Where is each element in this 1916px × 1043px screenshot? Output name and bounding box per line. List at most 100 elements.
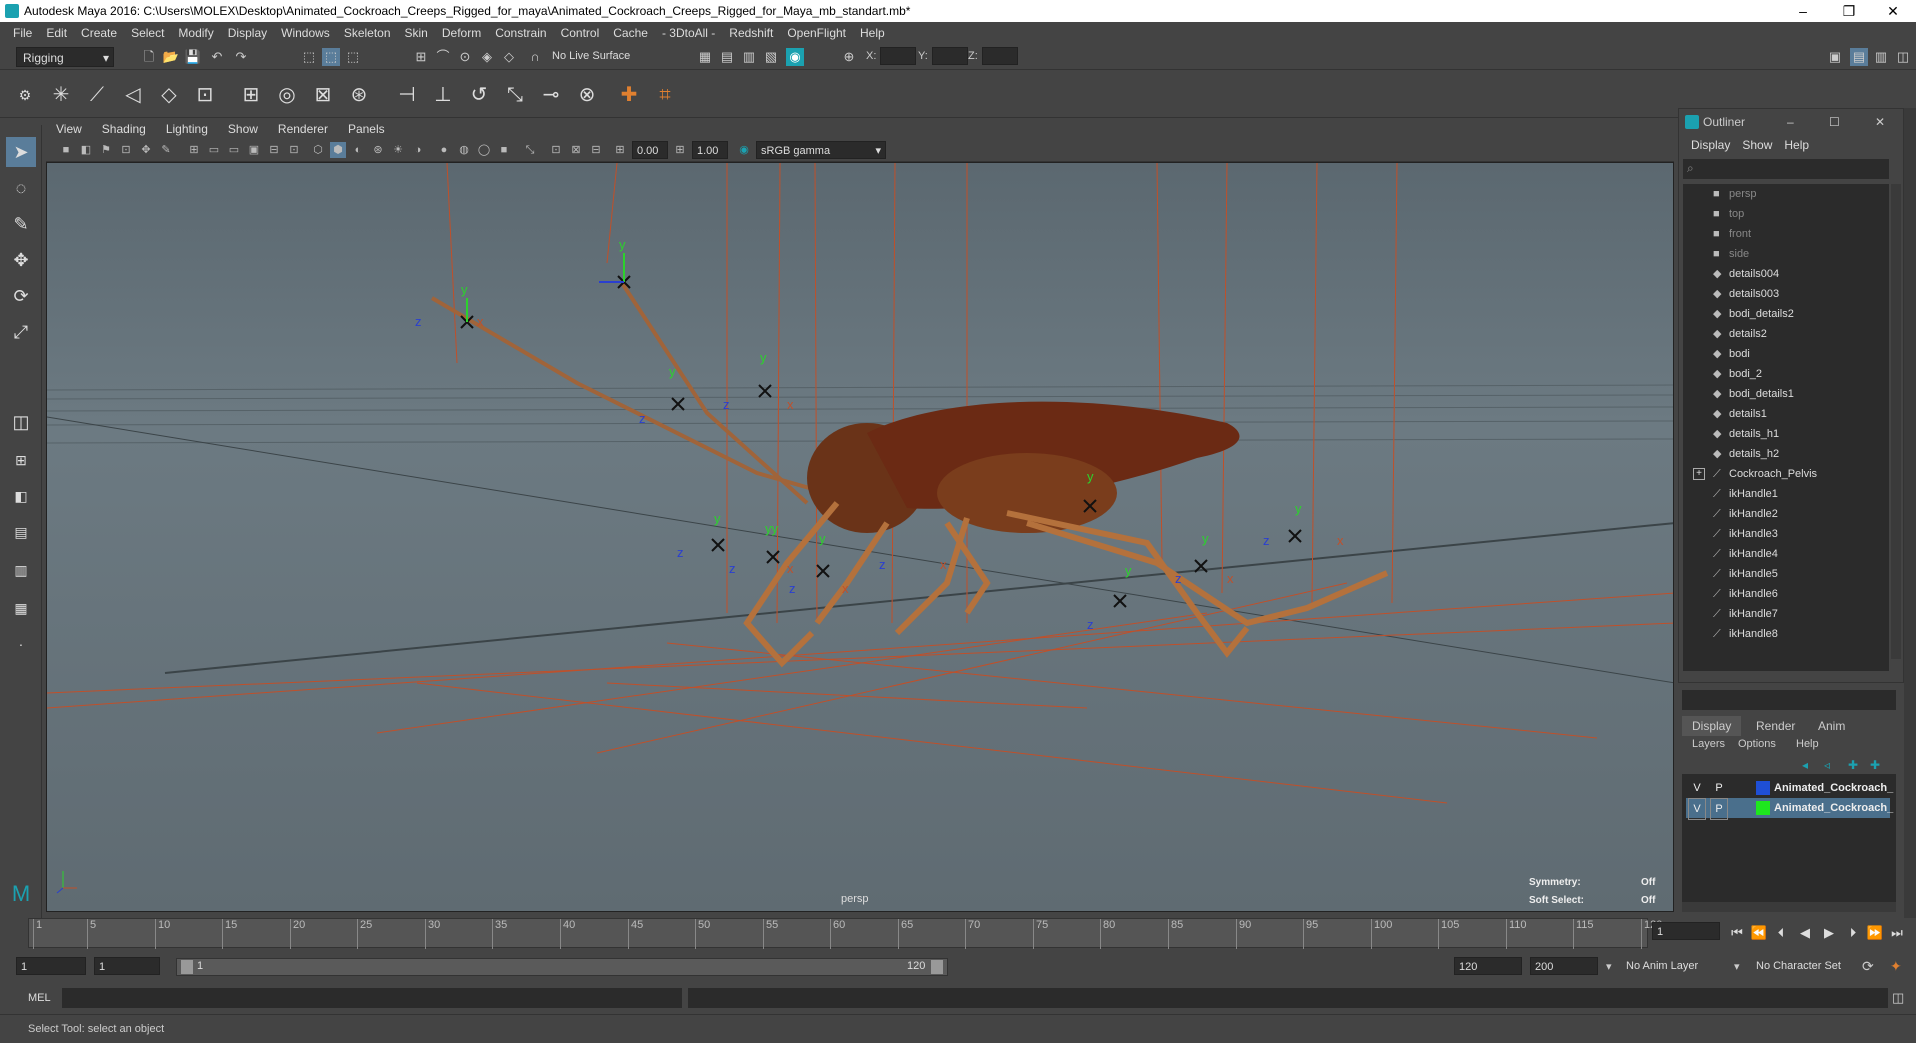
- live-surface-label[interactable]: No Live Surface: [552, 50, 630, 62]
- layer-playback-toggle[interactable]: P: [1710, 778, 1728, 798]
- outliner-layout-icon[interactable]: ▤: [6, 517, 36, 547]
- outliner-menu-show[interactable]: Show: [1736, 135, 1778, 155]
- xray-icon[interactable]: ●: [436, 142, 452, 158]
- textured-icon[interactable]: ⊛: [370, 142, 386, 158]
- menu-skin[interactable]: Skin: [398, 26, 435, 40]
- menu-openflight[interactable]: OpenFlight: [780, 26, 853, 40]
- outliner-item[interactable]: ◆ details_h2: [1683, 444, 1889, 464]
- ipr-render-icon[interactable]: ▧: [762, 48, 780, 66]
- render-settings-icon[interactable]: ▦: [696, 48, 714, 66]
- field-chart-icon[interactable]: ⊟: [266, 142, 282, 158]
- outliner-menu-help[interactable]: Help: [1778, 135, 1815, 155]
- two-view-icon[interactable]: ◧: [6, 481, 36, 511]
- grease-pencil-icon[interactable]: ✎: [158, 142, 174, 158]
- highlight-icon[interactable]: ⤡: [522, 142, 538, 158]
- menu-deform[interactable]: Deform: [435, 26, 488, 40]
- mode-selector[interactable]: Rigging ▾: [16, 47, 114, 67]
- go-to-start-icon[interactable]: ⏮: [1728, 924, 1746, 942]
- menu-constrain[interactable]: Constrain: [488, 26, 553, 40]
- outliner-item[interactable]: ◆ details1: [1683, 404, 1889, 424]
- modeling-toolkit-icon[interactable]: ▣: [1826, 48, 1844, 66]
- outliner-horizontal-scrollbar[interactable]: [1683, 659, 1889, 671]
- outliner-item[interactable]: ■ persp: [1683, 184, 1889, 204]
- layer-scrollbar[interactable]: [1682, 902, 1896, 912]
- outliner-item[interactable]: ◆ details_h1: [1683, 424, 1889, 444]
- range-start-handle[interactable]: [181, 960, 193, 974]
- menu-help[interactable]: Help: [853, 26, 892, 40]
- viewport-menu-show[interactable]: Show: [218, 122, 268, 136]
- x-field[interactable]: [880, 47, 916, 65]
- layer-row[interactable]: V P Animated_Cockroach_: [1686, 798, 1893, 820]
- layers-menu-layers[interactable]: Layers: [1692, 738, 1725, 750]
- step-back-key-icon[interactable]: ⏴: [1772, 924, 1790, 942]
- outliner-list[interactable]: ■ persp ■ top ■ front ■ side ◆ details004 ◆ details…: [1683, 184, 1889, 659]
- render-current-icon[interactable]: ▥: [740, 48, 758, 66]
- step-forward-icon[interactable]: ⏩: [1866, 924, 1884, 942]
- snap-grid-icon[interactable]: ⊞: [412, 48, 430, 66]
- scale-constraint-icon[interactable]: ⤡: [500, 80, 530, 110]
- smooth-skin-icon[interactable]: ◎: [272, 80, 302, 110]
- menu-edit[interactable]: Edit: [39, 26, 74, 40]
- rotate-tool-icon[interactable]: ⟳: [6, 281, 36, 311]
- chevron-down-icon[interactable]: ▾: [1606, 960, 1612, 973]
- go-to-end-icon[interactable]: ⏭: [1888, 924, 1906, 942]
- channel-box-icon[interactable]: ◫: [1894, 48, 1912, 66]
- outliner-item[interactable]: ■ side: [1683, 244, 1889, 264]
- four-view-icon[interactable]: ⊞: [6, 445, 36, 475]
- ik-handle-icon[interactable]: ⟋: [82, 80, 112, 110]
- parent-constraint-icon[interactable]: ⊣: [392, 80, 422, 110]
- image-plane-icon[interactable]: ⊡: [118, 142, 134, 158]
- step-forward-key-icon[interactable]: ⏵: [1844, 924, 1862, 942]
- outliner-item[interactable]: ⟋ ikHandle7: [1683, 604, 1889, 624]
- outliner-item[interactable]: ◆ details004: [1683, 264, 1889, 284]
- pole-vector-icon[interactable]: ⊗: [572, 80, 602, 110]
- outliner-item[interactable]: ⟋ ikHandle1: [1683, 484, 1889, 504]
- color-space-select[interactable]: sRGB gamma ▾: [756, 141, 886, 159]
- graph-layout-icon[interactable]: ▥: [6, 555, 36, 585]
- xray-joints-icon[interactable]: ◍: [456, 142, 472, 158]
- layer-color-swatch[interactable]: [1756, 801, 1770, 815]
- render-view-icon[interactable]: ▤: [718, 48, 736, 66]
- menu-file[interactable]: File: [6, 26, 39, 40]
- exposure-field[interactable]: 0.00: [632, 141, 668, 159]
- layer-row[interactable]: V P Animated_Cockroach_: [1686, 778, 1893, 798]
- new-layer-selected-icon[interactable]: ✚: [1870, 758, 1880, 772]
- tab-render[interactable]: Render: [1746, 716, 1805, 736]
- viewport-menu-shading[interactable]: Shading: [92, 122, 156, 136]
- range-end-handle[interactable]: [931, 960, 943, 974]
- color-management-icon[interactable]: ◉: [736, 142, 752, 158]
- smooth-shade-icon[interactable]: ⬢: [330, 142, 346, 158]
- playback-start-field[interactable]: 1: [94, 957, 160, 975]
- move-tool-icon[interactable]: ✥: [6, 245, 36, 275]
- bind-skin-icon[interactable]: ⊞: [236, 80, 266, 110]
- outliner-item[interactable]: ◆ bodi: [1683, 344, 1889, 364]
- shelf-menu-icon[interactable]: ⚙: [10, 80, 40, 110]
- play-backward-icon[interactable]: ◀: [1796, 924, 1814, 942]
- 2d-pan-icon[interactable]: ✥: [138, 142, 154, 158]
- layer-visibility-toggle[interactable]: V: [1688, 798, 1706, 820]
- range-slider[interactable]: 1 120: [176, 958, 948, 976]
- wireframe-icon[interactable]: ⬡: [310, 142, 326, 158]
- outliner-item[interactable]: ⟋ ikHandle4: [1683, 544, 1889, 564]
- outliner-search-input[interactable]: ⌕: [1683, 159, 1889, 179]
- playback-end-field[interactable]: 120: [1454, 957, 1522, 975]
- menu-3dtoall[interactable]: - 3DtoAll -: [655, 26, 722, 40]
- gamma-field[interactable]: 1.00: [692, 141, 728, 159]
- auto-key-icon[interactable]: ⟳: [1862, 958, 1874, 975]
- shadows-icon[interactable]: ◑: [410, 142, 426, 158]
- move-layer-down-icon[interactable]: ◃: [1824, 758, 1830, 772]
- command-input[interactable]: [62, 988, 682, 1008]
- open-scene-icon[interactable]: 📂: [162, 48, 180, 66]
- command-language-label[interactable]: MEL: [28, 992, 51, 1004]
- menu-create[interactable]: Create: [74, 26, 124, 40]
- perspective-viewport[interactable]: y y zx yz yzx yz yy z x yzx zx y yz yzx yz…: [46, 162, 1674, 912]
- hypershade-icon[interactable]: ◉: [786, 48, 804, 66]
- snap-curve-icon[interactable]: ⌒: [434, 48, 452, 66]
- insert-joint-icon[interactable]: ◇: [154, 80, 184, 110]
- layers-menu-help[interactable]: Help: [1796, 738, 1819, 750]
- outliner-item[interactable]: ⟋ ikHandle2: [1683, 504, 1889, 524]
- bookmark-icon[interactable]: ⚑: [98, 142, 114, 158]
- scale-tool-icon[interactable]: ⤢: [6, 317, 36, 347]
- motion-blur-icon[interactable]: ⊠: [568, 142, 584, 158]
- step-back-icon[interactable]: ⏪: [1750, 924, 1768, 942]
